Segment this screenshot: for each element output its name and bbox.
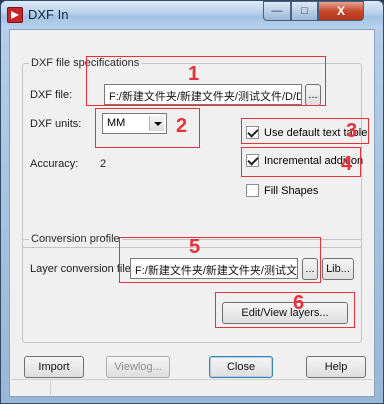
callout-number-4: 4 [341, 153, 353, 175]
fill-shapes-label: Fill Shapes [264, 184, 319, 197]
window-title: DXF In [28, 7, 69, 22]
maximize-button[interactable]: □ [291, 1, 318, 21]
dxf-in-dialog: DXF In — □ X DXF file specifications DXF… [0, 0, 384, 404]
conversion-profile-legend: Conversion profile [29, 233, 122, 245]
close-button[interactable]: Close [209, 356, 273, 378]
dxf-file-label: DXF file: [30, 89, 73, 101]
viewlog-button[interactable]: Viewlog... [106, 356, 170, 378]
status-cell [11, 381, 51, 395]
help-button[interactable]: Help [306, 356, 366, 378]
callout-box-6 [215, 292, 355, 328]
accuracy-value: 2 [100, 158, 107, 170]
callout-number-1: 1 [188, 63, 200, 85]
minimize-button[interactable]: — [263, 1, 291, 21]
callout-number-3: 3 [346, 120, 358, 142]
close-window-button[interactable]: X [318, 1, 364, 21]
status-bar [11, 379, 373, 395]
title-bar[interactable]: DXF In — □ X [1, 1, 383, 29]
fill-shapes-checkbox[interactable]: Fill Shapes [246, 184, 318, 197]
callout-number-6: 6 [293, 292, 305, 314]
callout-number-5: 5 [189, 236, 201, 258]
callout-box-1 [86, 56, 326, 106]
checkbox-unchecked-icon [246, 184, 259, 197]
accuracy-label: Accuracy: [30, 158, 79, 170]
callout-number-2: 2 [176, 115, 188, 137]
lib-button[interactable]: Lib... [322, 258, 354, 280]
dxf-units-label: DXF units: [30, 118, 82, 130]
app-icon [7, 7, 23, 23]
import-button[interactable]: Import [24, 356, 84, 378]
callout-box-5 [119, 237, 321, 283]
